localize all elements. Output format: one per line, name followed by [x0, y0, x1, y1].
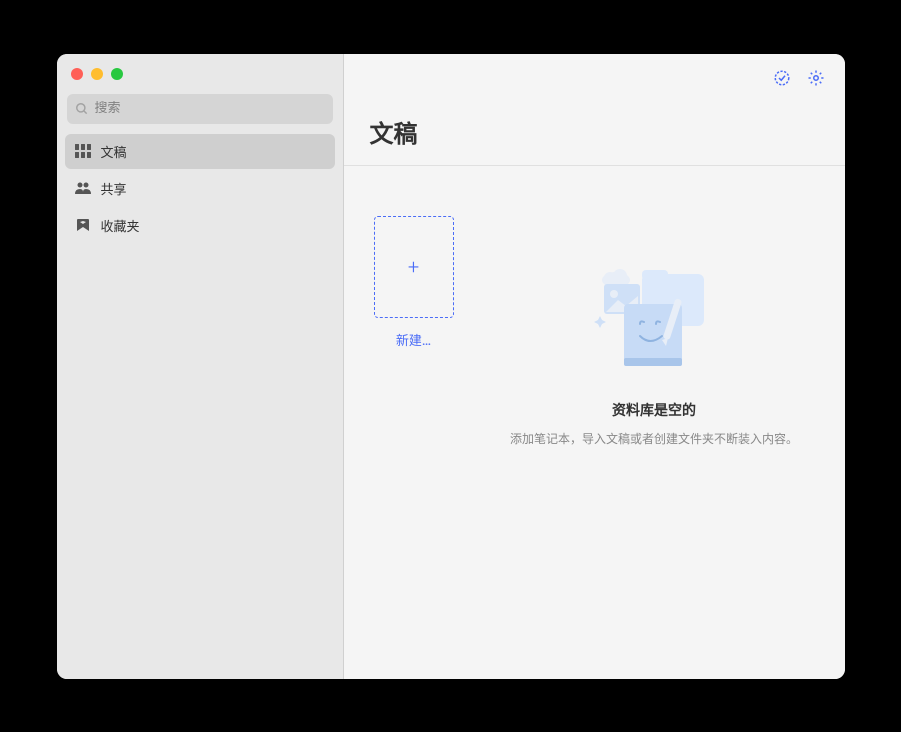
search-box[interactable]: [67, 94, 333, 124]
maximize-window-button[interactable]: [111, 68, 123, 80]
sidebar-item-label: 收藏夹: [101, 216, 140, 235]
nav-list: 文稿 共享: [57, 134, 343, 245]
empty-state-subtitle: 添加笔记本，导入文稿或者创建文件夹不断装入内容。: [510, 430, 798, 447]
empty-state-title: 资料库是空的: [612, 400, 696, 420]
toolbar: [344, 54, 845, 102]
window-controls: [57, 54, 343, 88]
content-body: + 新建…: [344, 166, 845, 679]
new-document-card[interactable]: + 新建…: [374, 216, 454, 629]
bookmark-icon: [75, 218, 91, 232]
settings-icon[interactable]: [807, 69, 825, 87]
new-document-label: 新建…: [374, 330, 454, 349]
people-icon: [75, 181, 91, 195]
sidebar-item-shared[interactable]: 共享: [65, 171, 335, 206]
new-document-box: +: [374, 216, 454, 318]
sidebar-item-label: 文稿: [101, 142, 127, 161]
content-header: 文稿: [344, 102, 845, 166]
grid-icon: [75, 144, 91, 158]
sync-status-icon[interactable]: [773, 69, 791, 87]
plus-icon: +: [408, 255, 419, 279]
main-content: 文稿 + 新建…: [344, 54, 845, 679]
page-title: 文稿: [370, 114, 819, 149]
sidebar: 文稿 共享: [57, 54, 344, 679]
minimize-window-button[interactable]: [91, 68, 103, 80]
sidebar-item-label: 共享: [101, 179, 127, 198]
search-container: [57, 88, 343, 134]
empty-state: 资料库是空的 添加笔记本，导入文稿或者创建文件夹不断装入内容。: [494, 216, 815, 629]
empty-illustration: [584, 256, 724, 376]
sidebar-item-documents[interactable]: 文稿: [65, 134, 335, 169]
search-input[interactable]: [95, 101, 325, 116]
search-icon: [75, 102, 89, 116]
close-window-button[interactable]: [71, 68, 83, 80]
app-window: 文稿 共享: [57, 54, 845, 679]
sidebar-item-favorites[interactable]: 收藏夹: [65, 208, 335, 243]
